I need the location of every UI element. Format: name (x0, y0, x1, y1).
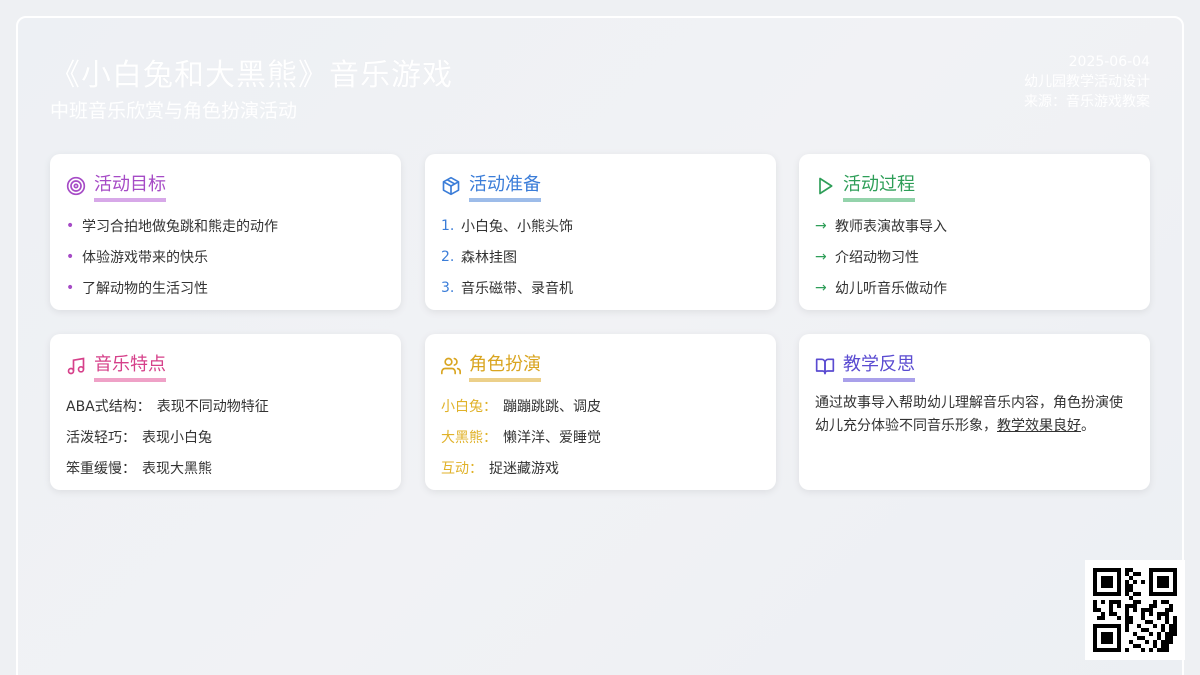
card-title: 音乐特点 (94, 353, 166, 382)
reflection-text-end: 。 (1081, 418, 1095, 434)
item-number: 1. (441, 217, 455, 234)
card-music: 音乐特点 ABA式结构： 表现不同动物特征 活泼轻巧： 表现小白兔 笨重缓慢： 表现大… (50, 334, 401, 490)
item-label: 活泼轻巧： (66, 429, 136, 446)
card-roles: 角色扮演 小白兔： 蹦蹦跳跳、调皮 大黑熊： 懒洋洋、爱睡觉 互动： 捉迷藏游戏 (425, 334, 776, 490)
item-text: 教师表演故事导入 (835, 218, 947, 235)
list-item: 2. 森林挂图 (441, 241, 760, 272)
item-number: 2. (441, 248, 455, 265)
box-icon (441, 176, 463, 198)
item-label: 大黑熊： (441, 429, 497, 446)
card-title: 角色扮演 (469, 353, 541, 382)
item-text: 介绍动物习性 (835, 249, 919, 266)
list-item: → 幼儿听音乐做动作 (815, 272, 1134, 303)
list-item: 大黑熊： 懒洋洋、爱睡觉 (441, 421, 760, 452)
item-text: 蹦蹦跳跳、调皮 (503, 398, 601, 415)
list-item: • 了解动物的生活习性 (66, 272, 385, 303)
reflection-highlight: 教学效果良好 (997, 418, 1081, 434)
card-process: 活动过程 → 教师表演故事导入 → 介绍动物习性 → 幼儿听音乐做动作 (799, 154, 1150, 310)
source-text: 来源：音乐游戏教案 (1024, 94, 1150, 110)
music-note-icon (66, 356, 88, 378)
list-item: 1. 小白兔、小熊头饰 (441, 210, 760, 241)
list-item: ABA式结构： 表现不同动物特征 (66, 390, 385, 421)
users-icon (441, 356, 463, 378)
page-subtitle: 中班音乐欣赏与角色扮演活动 (50, 100, 298, 122)
page-title: 《小白兔和大黑熊》音乐游戏 (50, 58, 453, 93)
item-text: 学习合拍地做兔跳和熊走的动作 (82, 218, 278, 235)
book-open-icon (815, 356, 837, 378)
list-item: 活泼轻巧： 表现小白兔 (66, 421, 385, 452)
item-text: 表现不同动物特征 (156, 398, 269, 415)
bullet-dot: • (66, 248, 75, 265)
list-item: 小白兔： 蹦蹦跳跳、调皮 (441, 390, 760, 421)
list-item: → 介绍动物习性 (815, 241, 1134, 272)
type-text: 幼儿园教学活动设计 (1024, 74, 1150, 90)
card-goals: 活动目标 • 学习合拍地做兔跳和熊走的动作 • 体验游戏带来的快乐 • 了解动物的生活… (50, 154, 401, 310)
item-text: 了解动物的生活习性 (82, 280, 208, 297)
bullet-dot: • (66, 279, 75, 296)
header-meta: 2025-06-04 幼儿园教学活动设计 来源：音乐游戏教案 (1024, 52, 1150, 112)
play-icon (815, 176, 837, 198)
card-title: 活动目标 (94, 173, 166, 202)
list-item: 笨重缓慢： 表现大黑熊 (66, 452, 385, 483)
list-item: 互动： 捉迷藏游戏 (441, 452, 760, 483)
target-icon (66, 176, 88, 198)
card-title: 活动准备 (469, 173, 541, 202)
item-text: 体验游戏带来的快乐 (82, 249, 208, 266)
arrow-icon: → (815, 248, 827, 265)
card-reflection: 教学反思 通过故事导入帮助幼儿理解音乐内容，角色扮演使幼儿充分体验不同音乐形象，… (799, 334, 1150, 490)
list-item: 3. 音乐磁带、录音机 (441, 272, 760, 303)
item-label: 笨重缓慢： (66, 460, 136, 477)
list-item: • 学习合拍地做兔跳和熊走的动作 (66, 210, 385, 241)
qr-code (1085, 560, 1185, 660)
list-item: • 体验游戏带来的快乐 (66, 241, 385, 272)
item-label: 互动： (441, 460, 483, 477)
card-title: 活动过程 (843, 173, 915, 202)
item-text: 表现大黑熊 (142, 460, 212, 477)
card-prep: 活动准备 1. 小白兔、小熊头饰 2. 森林挂图 3. 音乐磁带、录音机 (425, 154, 776, 310)
item-text: 表现小白兔 (142, 429, 212, 446)
arrow-icon: → (815, 279, 827, 296)
item-text: 音乐磁带、录音机 (461, 280, 573, 297)
item-text: 小白兔、小熊头饰 (461, 218, 573, 235)
date-text: 2025-06-04 (1068, 54, 1150, 70)
bullet-dot: • (66, 217, 75, 234)
item-label: ABA式结构： (66, 398, 151, 415)
item-number: 3. (441, 279, 455, 296)
reflection-text: 通过故事导入帮助幼儿理解音乐内容，角色扮演使幼儿充分体验不同音乐形象，教学效果良… (815, 392, 1134, 438)
item-text: 捉迷藏游戏 (489, 460, 559, 477)
card-title: 教学反思 (843, 353, 915, 382)
item-text: 森林挂图 (461, 249, 517, 266)
item-text: 懒洋洋、爱睡觉 (503, 429, 601, 446)
list-item: → 教师表演故事导入 (815, 210, 1134, 241)
item-text: 幼儿听音乐做动作 (835, 280, 947, 297)
item-label: 小白兔： (441, 398, 497, 415)
arrow-icon: → (815, 217, 827, 234)
